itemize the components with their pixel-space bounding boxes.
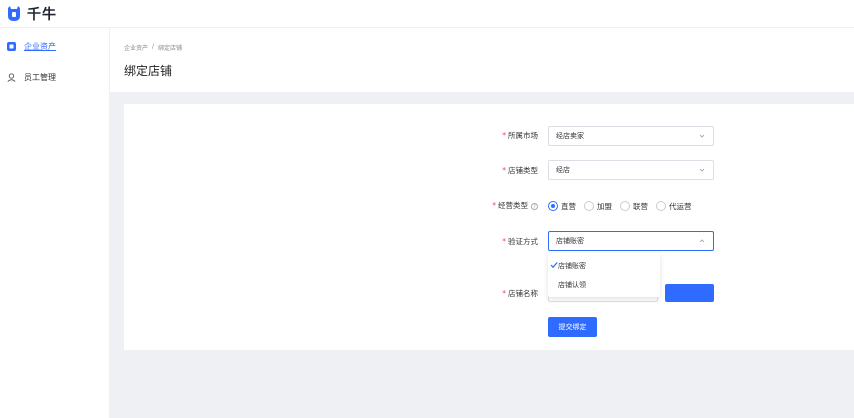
biz-type-label-text: 经营类型 bbox=[498, 201, 528, 210]
market-label-text: 所属市场 bbox=[508, 131, 538, 140]
radio-label: 加盟 bbox=[597, 201, 612, 211]
radio-agency[interactable]: 代运营 bbox=[656, 201, 692, 212]
dropdown-option-claim[interactable]: 店铺认领 bbox=[548, 276, 660, 294]
biz-type-radio-group: 直营 加盟 联营 代运营 bbox=[548, 199, 692, 213]
dropdown-option-account[interactable]: 店铺账密 bbox=[548, 257, 660, 275]
shop-type-select[interactable]: 经店 bbox=[548, 160, 714, 180]
logo-icon bbox=[7, 6, 21, 22]
market-select-value: 经店卖家 bbox=[556, 132, 584, 140]
user-icon bbox=[7, 72, 16, 82]
sidebar: 企业资产 员工管理 bbox=[0, 28, 110, 418]
logo-text: 千牛 bbox=[27, 7, 57, 23]
breadcrumb-separator: / bbox=[152, 43, 155, 50]
radio-dot bbox=[656, 201, 666, 211]
market-select[interactable]: 经店卖家 bbox=[548, 126, 714, 146]
sidebar-item-label: 员工管理 bbox=[24, 72, 56, 82]
radio-direct[interactable]: 直营 bbox=[548, 201, 576, 212]
radio-label: 代运营 bbox=[669, 201, 692, 211]
help-icon[interactable]: ? bbox=[531, 202, 538, 210]
verify-method-select[interactable]: 店铺账密 bbox=[548, 231, 714, 251]
sidebar-item-staff[interactable]: 员工管理 bbox=[0, 66, 110, 88]
grid-icon bbox=[7, 41, 16, 51]
sidebar-item-label: 企业资产 bbox=[24, 41, 56, 51]
verify-method-dropdown: 店铺账密 店铺认领 bbox=[548, 253, 660, 297]
breadcrumb-item-bind-shop: 绑定店铺 bbox=[158, 45, 183, 52]
shop-name-action-button[interactable] bbox=[665, 284, 714, 302]
page-title: 绑定店铺 bbox=[124, 64, 173, 78]
logo[interactable]: 千牛 bbox=[7, 3, 57, 25]
check-icon bbox=[550, 261, 558, 269]
shop-name-label: * 店铺名称 bbox=[458, 288, 538, 299]
dropdown-option-label: 店铺账密 bbox=[558, 262, 586, 270]
shop-type-label: * 店铺类型 bbox=[458, 165, 538, 176]
radio-dot bbox=[584, 201, 594, 211]
shop-type-label-text: 店铺类型 bbox=[508, 166, 538, 175]
sidebar-item-assets[interactable]: 企业资产 bbox=[0, 35, 110, 57]
required-mark: * bbox=[502, 131, 506, 140]
radio-label: 直营 bbox=[561, 201, 576, 211]
page-header: 企业资产 / 绑定店铺 绑定店铺 bbox=[110, 28, 854, 92]
radio-dot bbox=[548, 201, 558, 211]
dropdown-option-label: 店铺认领 bbox=[558, 281, 586, 289]
chevron-down-icon bbox=[699, 133, 705, 139]
biz-type-label: * 经营类型? bbox=[458, 200, 538, 211]
shop-name-label-text: 店铺名称 bbox=[508, 289, 538, 298]
breadcrumb: 企业资产 / 绑定店铺 bbox=[124, 43, 182, 52]
form-card: * 所属市场 经店卖家 * 店铺类型 经店 * 经营类型? 直营 加盟 联营 代… bbox=[124, 104, 854, 350]
top-bar: 千牛 bbox=[0, 0, 854, 28]
chevron-down-icon bbox=[699, 167, 705, 173]
shop-type-select-value: 经店 bbox=[556, 166, 570, 174]
required-mark: * bbox=[502, 237, 506, 246]
main-content: 企业资产 / 绑定店铺 绑定店铺 * 所属市场 经店卖家 * 店铺类型 经店 *… bbox=[110, 28, 854, 418]
radio-franchise[interactable]: 加盟 bbox=[584, 201, 612, 212]
radio-dot bbox=[620, 201, 630, 211]
radio-label: 联营 bbox=[633, 201, 648, 211]
verify-method-label: * 验证方式 bbox=[458, 236, 538, 247]
required-mark: * bbox=[502, 289, 506, 298]
market-label: * 所属市场 bbox=[458, 130, 538, 141]
verify-method-select-value: 店铺账密 bbox=[556, 237, 584, 245]
chevron-up-icon bbox=[699, 238, 705, 244]
breadcrumb-item-assets[interactable]: 企业资产 bbox=[124, 43, 148, 52]
verify-method-label-text: 验证方式 bbox=[508, 237, 538, 246]
radio-joint[interactable]: 联营 bbox=[620, 201, 648, 212]
submit-bind-button[interactable]: 提交绑定 bbox=[548, 317, 597, 337]
required-mark: * bbox=[502, 166, 506, 175]
required-mark: * bbox=[492, 201, 496, 210]
